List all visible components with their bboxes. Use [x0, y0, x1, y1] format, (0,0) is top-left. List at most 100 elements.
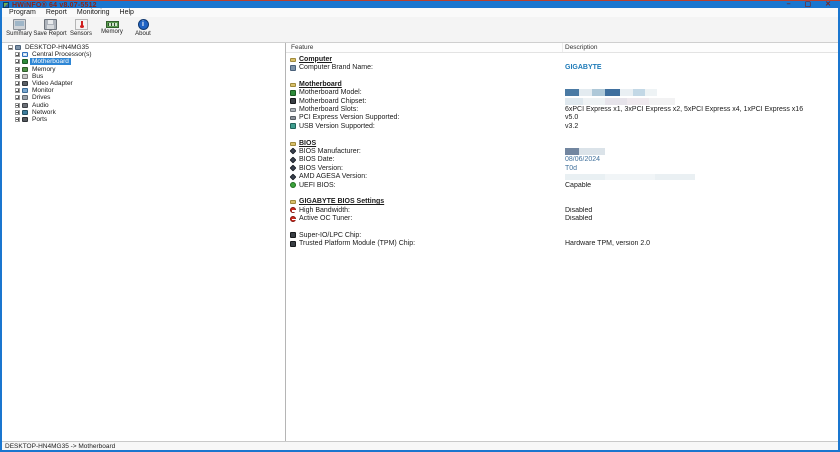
sensors-button[interactable]: Sensors [66, 19, 96, 42]
memory-icon [22, 67, 28, 72]
feature-label: Motherboard Chipset: [299, 98, 366, 105]
feature-cell: Active OC Tuner: [286, 215, 563, 222]
description-value: v5.0 [565, 114, 578, 121]
expand-icon[interactable] [15, 52, 20, 57]
list-row-bios[interactable]: BIOS [286, 139, 838, 147]
feature-label: BIOS [299, 140, 316, 147]
tree-item-audio[interactable]: Audio [4, 102, 284, 109]
menu-help[interactable]: Help [115, 9, 139, 16]
column-header-description[interactable]: Description [563, 43, 838, 52]
status-bar: DESKTOP-HN4MG35 -> Motherboard [2, 441, 838, 450]
device-tree: DESKTOP-HN4MG35Central Processor(s)Mothe… [4, 44, 284, 441]
tree-item-monitor[interactable]: Monitor [4, 87, 284, 94]
feature-cell: Computer [286, 56, 563, 63]
expand-icon[interactable] [15, 81, 20, 86]
feature-label: AMD AGESA Version: [299, 173, 367, 180]
ports-icon [22, 117, 28, 122]
list-row-computer[interactable]: Computer [286, 55, 838, 63]
expand-icon[interactable] [15, 95, 20, 100]
toolbar-button-label: Summary [6, 31, 32, 37]
list-row-motherboard-model[interactable]: Motherboard Model: [286, 89, 838, 97]
list-row-bios-date[interactable]: BIOS Date:08/06/2024 [286, 156, 838, 164]
pcie-icon [290, 116, 296, 120]
expand-icon[interactable] [15, 88, 20, 93]
section-icon [290, 58, 296, 62]
tree-item-label: Network [30, 109, 58, 116]
list-row-motherboard[interactable]: Motherboard [286, 80, 838, 88]
list-row-usb-version-supported[interactable]: USB Version Supported:v3.2 [286, 122, 838, 130]
computer-icon [15, 45, 21, 50]
bios-icon [290, 165, 297, 172]
list-row-motherboard-slots[interactable]: Motherboard Slots:6xPCI Express x1, 3xPC… [286, 105, 838, 113]
tree-item-drives[interactable]: Drives [4, 94, 284, 101]
list-row-trusted-platform-module-tpm-chip[interactable]: Trusted Platform Module (TPM) Chip:Hardw… [286, 240, 838, 248]
about-button[interactable]: iAbout [128, 19, 158, 42]
list-row-super-io-lpc-chip[interactable]: Super-IO/LPC Chip: [286, 231, 838, 239]
list-row-blank [286, 131, 838, 139]
list-row-high-bandwidth[interactable]: High Bandwidth:Disabled [286, 206, 838, 214]
memory-button[interactable]: Memory [97, 19, 127, 42]
menu-program[interactable]: Program [4, 9, 41, 16]
feature-label: Active OC Tuner: [299, 215, 352, 222]
menu-monitoring[interactable]: Monitoring [72, 9, 115, 16]
save-icon [44, 19, 57, 30]
redacted-value [565, 98, 675, 105]
list-row-gigabyte-bios-settings[interactable]: GIGABYTE BIOS Settings [286, 198, 838, 206]
toolbar-button-label: About [135, 31, 151, 37]
save-report-button[interactable]: Save Report [35, 19, 65, 42]
list-row-computer-brand-name[interactable]: Computer Brand Name:GIGABYTE [286, 63, 838, 71]
tree-item-desktop-hn4mg35[interactable]: DESKTOP-HN4MG35 [4, 44, 284, 51]
feature-cell: Computer Brand Name: [286, 64, 563, 71]
list-header: Feature Description [286, 43, 838, 53]
thermo-icon [75, 19, 88, 30]
list-row-amd-agesa-version[interactable]: AMD AGESA Version: [286, 172, 838, 180]
chip-icon [290, 232, 296, 238]
feature-cell: Motherboard Model: [286, 89, 563, 96]
list-row-bios-version[interactable]: BIOS Version:T0d [286, 164, 838, 172]
list-row-uefi-bios[interactable]: UEFI BIOS:Capable [286, 181, 838, 189]
list-row-active-oc-tuner[interactable]: Active OC Tuner:Disabled [286, 214, 838, 222]
bios-icon [290, 156, 297, 163]
collapse-icon[interactable] [8, 45, 13, 50]
disabled-icon [290, 207, 296, 213]
drives-icon [22, 95, 28, 100]
menu-report[interactable]: Report [41, 9, 72, 16]
tree-item-memory[interactable]: Memory [4, 66, 284, 73]
tree-item-video-adapter[interactable]: Video Adapter [4, 80, 284, 87]
expand-icon[interactable] [15, 74, 20, 79]
tree-item-label: Drives [30, 94, 52, 101]
tree-item-ports[interactable]: Ports [4, 116, 284, 123]
column-header-feature[interactable]: Feature [286, 43, 563, 52]
expand-icon[interactable] [15, 117, 20, 122]
monitor-icon [13, 19, 26, 30]
feature-label: GIGABYTE BIOS Settings [299, 198, 384, 205]
expand-icon[interactable] [15, 110, 20, 115]
ram-icon [106, 21, 119, 28]
redacted-value [565, 89, 657, 96]
list-row-bios-manufacturer[interactable]: BIOS Manufacturer: [286, 147, 838, 155]
description-cell: Capable [563, 182, 838, 189]
toolbar-button-label: Memory [101, 29, 123, 35]
list-row-motherboard-chipset[interactable]: Motherboard Chipset: [286, 97, 838, 105]
expand-icon[interactable] [15, 59, 20, 64]
section-icon [290, 142, 296, 146]
expand-icon[interactable] [15, 103, 20, 108]
description-cell [563, 148, 838, 155]
feature-label: Trusted Platform Module (TPM) Chip: [299, 240, 415, 247]
tree-item-motherboard[interactable]: Motherboard [4, 58, 284, 65]
description-value: Capable [565, 182, 591, 189]
tree-item-label: Motherboard [30, 58, 71, 65]
motherboard-icon [290, 90, 296, 96]
tree-item-bus[interactable]: Bus [4, 73, 284, 80]
tree-item-label: Monitor [30, 87, 56, 94]
summary-button[interactable]: Summary [4, 19, 34, 42]
tree-item-label: Video Adapter [30, 80, 75, 87]
expand-icon[interactable] [15, 67, 20, 72]
list-row-pci-express-version-supported[interactable]: PCI Express Version Supported:v5.0 [286, 114, 838, 122]
tree-item-network[interactable]: Network [4, 109, 284, 116]
description-cell: 6xPCI Express x1, 3xPCI Express x2, 5xPC… [563, 106, 838, 113]
section-icon [290, 83, 296, 87]
status-text: DESKTOP-HN4MG35 -> Motherboard [5, 443, 115, 450]
tree-item-label: Ports [30, 116, 49, 123]
tree-item-central-processor-s[interactable]: Central Processor(s) [4, 51, 284, 58]
